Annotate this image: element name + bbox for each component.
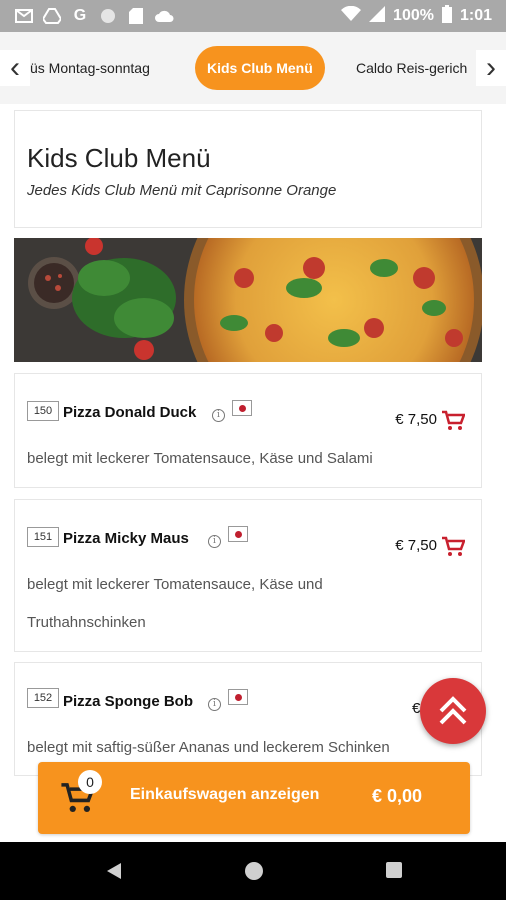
battery-icon xyxy=(441,4,452,28)
flag-icon xyxy=(228,689,248,705)
view-cart-button[interactable]: 0 Einkaufswagen anzeigen € 0,00 xyxy=(38,762,470,834)
system-nav-bar xyxy=(0,842,506,900)
section-title: Kids Club Menü xyxy=(27,143,211,173)
item-number: 150 xyxy=(27,401,59,421)
flag-icon xyxy=(228,526,248,542)
add-to-cart-icon[interactable] xyxy=(441,536,466,558)
section-subtitle: Jedes Kids Club Menü mit Caprisonne Oran… xyxy=(27,182,337,199)
item-price: € 7,50 xyxy=(395,411,437,428)
clock: 1:01 xyxy=(459,7,492,24)
category-tab-caldo-reis[interactable]: Caldo Reis-gerich xyxy=(344,46,479,90)
flag-icon xyxy=(232,400,252,416)
menu-item[interactable]: 150 Pizza Donald Duck i € 7,50 belegt mi… xyxy=(14,373,482,488)
menu-item[interactable]: 151 Pizza Micky Maus i € 7,50 belegt mit… xyxy=(14,499,482,652)
sd-card-icon xyxy=(126,6,146,26)
item-name: Pizza Sponge Bob xyxy=(63,693,194,710)
scroll-to-top-button[interactable] xyxy=(420,678,486,744)
item-price: € 7,50 xyxy=(395,537,437,554)
add-to-cart-icon[interactable] xyxy=(441,410,466,432)
cart-total: € 0,00 xyxy=(371,786,422,806)
circle-icon xyxy=(98,6,118,26)
recents-icon[interactable] xyxy=(385,861,403,884)
cart-label: Einkaufswagen anzeigen xyxy=(130,786,320,803)
gmail-icon xyxy=(14,6,34,26)
status-bar: G 100% 1:01 xyxy=(0,0,506,32)
notification-icons: G xyxy=(14,6,174,26)
section-header: Kids Club Menü Jedes Kids Club Menü mit … xyxy=(14,110,482,228)
item-number: 152 xyxy=(27,688,59,708)
chevron-left-icon[interactable]: ‹ xyxy=(0,50,30,86)
item-name: Pizza Micky Maus xyxy=(63,530,189,547)
item-description-line: belegt mit leckerer Tomatensauce, Käse u… xyxy=(27,576,323,593)
signal-icon xyxy=(369,5,386,27)
category-tab-kids-club[interactable]: Kids Club Menü xyxy=(195,46,325,90)
item-description-line: Truthahnschinken xyxy=(27,614,146,631)
category-tab-montag-sonntag[interactable]: üs Montag-sonntag xyxy=(18,46,162,90)
info-icon[interactable]: i xyxy=(208,535,221,548)
info-icon[interactable]: i xyxy=(208,698,221,711)
drive-icon xyxy=(42,6,62,26)
chevron-right-icon[interactable]: › xyxy=(476,50,506,86)
wifi-icon xyxy=(341,5,362,27)
home-icon[interactable] xyxy=(244,861,264,886)
pizza-banner-image xyxy=(14,238,482,362)
cloud-icon xyxy=(154,6,174,26)
google-icon: G xyxy=(73,7,87,24)
back-icon[interactable] xyxy=(105,861,123,886)
cart-count-badge: 0 xyxy=(78,770,102,794)
double-chevron-up-icon xyxy=(439,696,467,725)
info-icon[interactable]: i xyxy=(212,409,225,422)
menu-item[interactable]: 152 Pizza Sponge Bob i € 7, belegt mit s… xyxy=(14,662,482,776)
battery-percent: 100% xyxy=(393,7,434,24)
item-number: 151 xyxy=(27,527,59,547)
category-bar: üs Montag-sonntag Kids Club Menü Caldo R… xyxy=(0,32,506,104)
item-name: Pizza Donald Duck xyxy=(63,404,197,421)
item-description-line: belegt mit leckerer Tomatensauce, Käse u… xyxy=(27,450,373,467)
